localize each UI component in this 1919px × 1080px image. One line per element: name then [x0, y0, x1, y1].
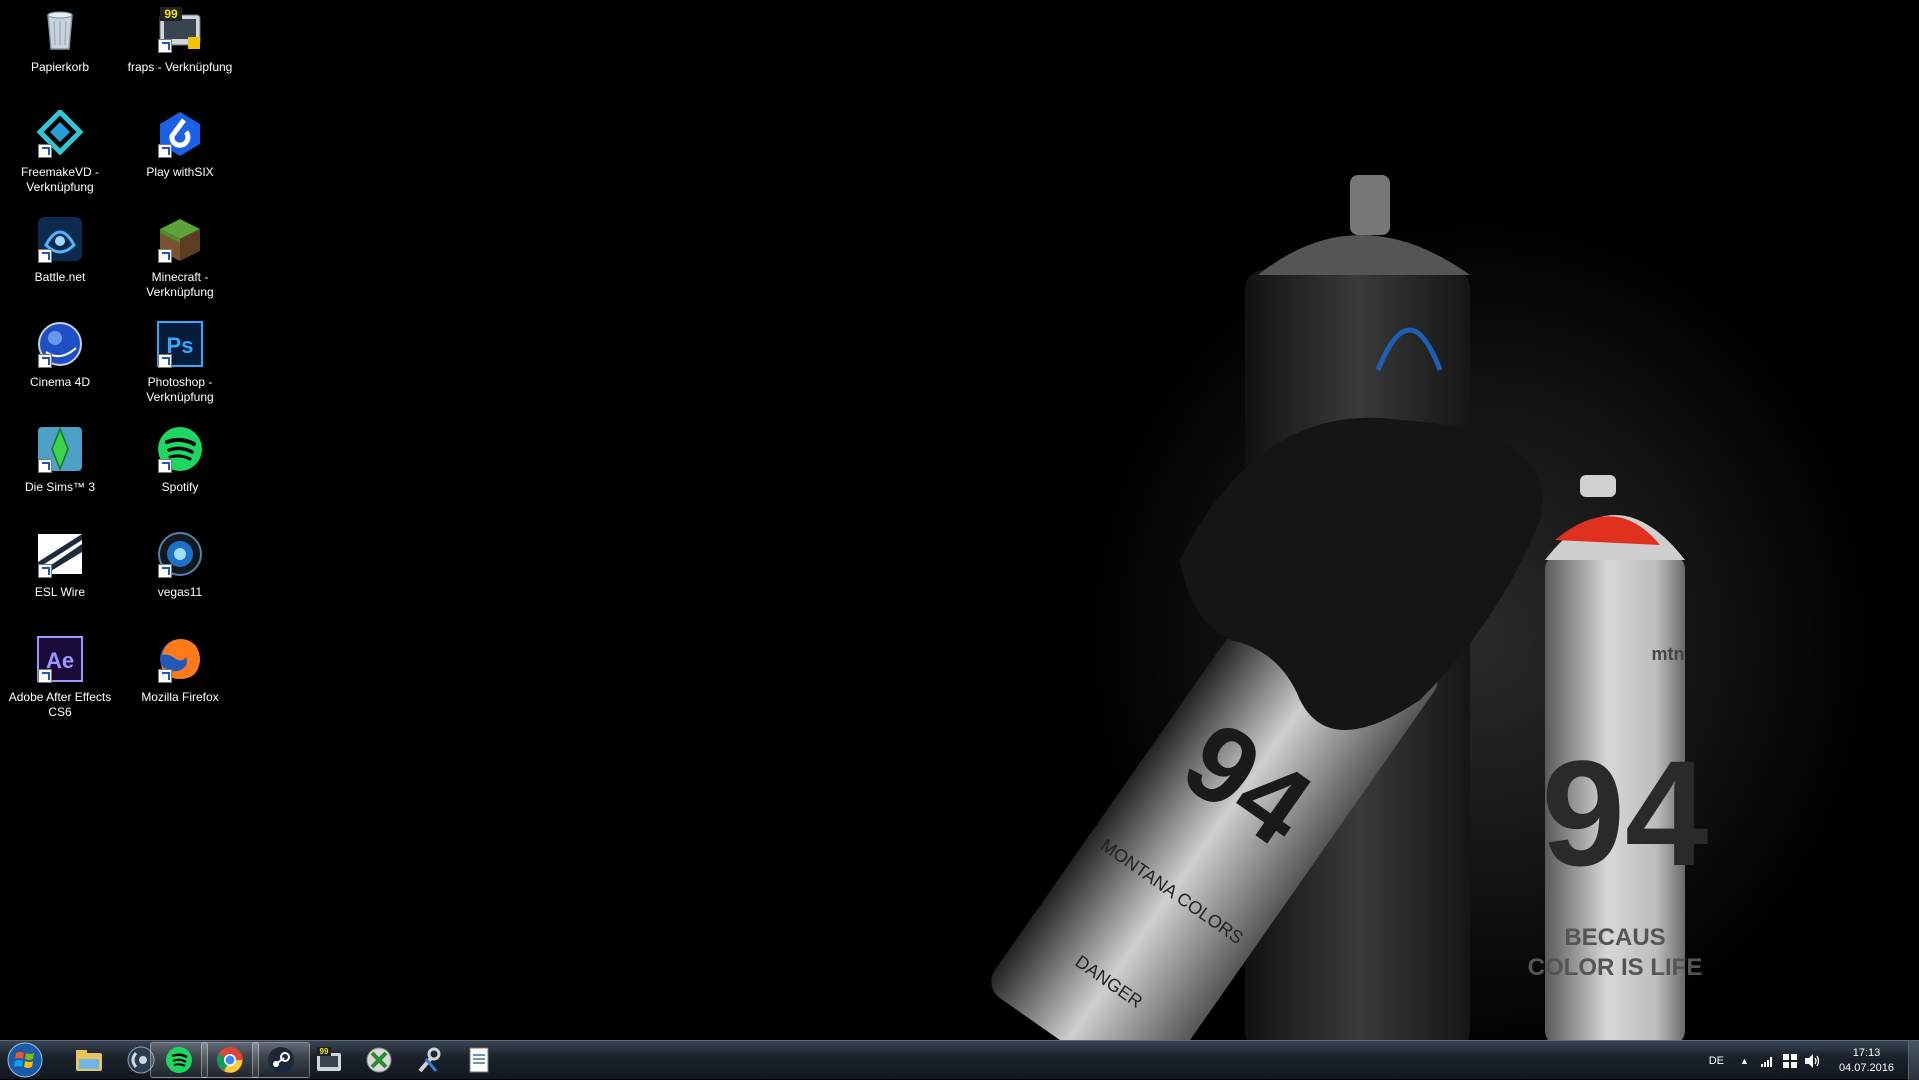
desktop-icon-freemakevd[interactable]: FreemakeVD - Verknüpfung — [5, 110, 115, 195]
network-icon[interactable] — [1760, 1055, 1775, 1067]
desktop-icon-label: ESL Wire — [34, 585, 86, 599]
desktop-icon-vegas11[interactable]: vegas11 — [125, 530, 235, 600]
desktop-icon-label: Play withSIX — [146, 165, 214, 179]
desktop-icon-label: Spotify — [161, 480, 199, 494]
desktop-icon-photoshop[interactable]: Ps Photoshop - Verknüpfung — [125, 320, 235, 405]
desktop-icon-label: Mozilla Firefox — [141, 690, 219, 704]
desktop-icon-eslwire[interactable]: ESL Wire — [5, 530, 115, 600]
right-can-text-2: COLOR IS LIFE — [1528, 954, 1703, 981]
battlenet-icon — [36, 215, 84, 263]
desktop-icon-firefox[interactable]: Mozilla Firefox — [125, 635, 235, 705]
show-hidden-icons-icon[interactable]: ▲ — [1740, 1056, 1749, 1066]
playwithsix-icon — [156, 110, 204, 158]
spotify-icon — [156, 425, 204, 473]
language-indicator[interactable]: DE — [1709, 1055, 1724, 1067]
desktop-icon-label: Minecraft - Verknüpfung — [146, 270, 214, 299]
taskbar-spotify[interactable] — [150, 1042, 208, 1078]
spotify-icon — [166, 1047, 192, 1073]
desktop-icon-label: fraps - Verknüpfung — [127, 60, 233, 74]
steam-icon — [268, 1047, 294, 1073]
desktop-icon-label: Die Sims™ 3 — [24, 480, 95, 494]
cinema4d-icon — [36, 320, 84, 368]
taskbar: 99 DE ▲ 17:13 04.07.2016 — [0, 1040, 1919, 1080]
desktop-wallpaper: 94 mtn MONTANA COLORS DANGER 94 BECAUS C… — [0, 0, 1919, 1040]
minecraft-icon — [156, 215, 204, 263]
clock[interactable]: 17:13 04.07.2016 — [1839, 1046, 1894, 1076]
system-tray: DE ▲ 17:13 04.07.2016 — [1709, 1041, 1919, 1080]
desktop-icon-cinema4d[interactable]: Cinema 4D — [5, 320, 115, 390]
desktop-icon-label: vegas11 — [157, 585, 203, 599]
vegas-icon — [156, 530, 204, 578]
fraps-icon: 99 — [317, 1047, 341, 1071]
sims3-icon — [36, 425, 84, 473]
desktop-icon-label: FreemakeVD - Verknüpfung — [20, 165, 100, 194]
desktop-icon-battlenet[interactable]: Battle.net — [5, 215, 115, 285]
desktop-icon-spotify[interactable]: Spotify — [125, 425, 235, 495]
desktop-icon-sims3[interactable]: Die Sims™ 3 — [5, 425, 115, 495]
explorer-icon — [76, 1050, 102, 1071]
desktop-icon-recycle-bin[interactable]: Papierkorb — [5, 5, 115, 75]
svg-text:99: 99 — [320, 1047, 329, 1056]
show-desktop-button[interactable] — [1908, 1041, 1919, 1080]
windows-orb-icon — [7, 1042, 43, 1078]
right-can-text-1: BECAUS — [1564, 924, 1665, 951]
desktop-icon-label: Battle.net — [34, 270, 86, 284]
desktop-icon-label: Papierkorb — [30, 60, 90, 74]
desktop-icon-playwithsix[interactable]: Play withSIX — [125, 110, 235, 180]
chrome-icon — [216, 1047, 243, 1073]
freemake-icon — [36, 110, 84, 158]
taskbar-chrome[interactable] — [201, 1042, 259, 1078]
xbox-icon — [366, 1047, 392, 1073]
back-can-nozzle — [1350, 175, 1390, 235]
red-spray-cap — [1555, 516, 1660, 545]
spray-can-illustration: 94 mtn MONTANA COLORS DANGER 94 BECAUS C… — [991, 175, 1709, 1040]
fraps-icon: 99 — [156, 5, 204, 53]
desktop-icon-label: Cinema 4D — [29, 375, 91, 389]
notepad-icon — [469, 1047, 489, 1073]
desktop-icon-label: Adobe After Effects CS6 — [8, 690, 112, 719]
taskbar-explorer[interactable] — [60, 1042, 118, 1078]
recycle-bin-icon — [36, 5, 84, 53]
desktop-icon-fraps[interactable]: 99 fraps - Verknüpfung — [125, 5, 235, 75]
eslwire-icon — [36, 530, 84, 578]
desktop-icon-label: Photoshop - Verknüpfung — [146, 375, 214, 404]
volume-icon[interactable] — [1804, 1053, 1821, 1068]
clock-time: 17:13 — [1852, 1046, 1881, 1059]
right-can-number: 94 — [1542, 729, 1709, 897]
taskbar-notepad[interactable] — [450, 1042, 508, 1078]
tools-icon — [418, 1047, 441, 1073]
windows-update-icon[interactable] — [1782, 1053, 1797, 1068]
aftereffects-icon: Ae — [36, 635, 84, 683]
firefox-icon — [156, 635, 204, 683]
svg-text:99: 99 — [164, 7, 178, 21]
desktop-icon-minecraft[interactable]: Minecraft - Verknüpfung — [125, 215, 235, 300]
desktop-icon-aftereffects[interactable]: Ae Adobe After Effects CS6 — [5, 635, 115, 720]
start-button[interactable] — [3, 1042, 47, 1078]
right-can-brand: mtn — [1652, 644, 1685, 664]
photoshop-icon: Ps — [156, 320, 204, 368]
clock-date: 04.07.2016 — [1838, 1061, 1894, 1074]
